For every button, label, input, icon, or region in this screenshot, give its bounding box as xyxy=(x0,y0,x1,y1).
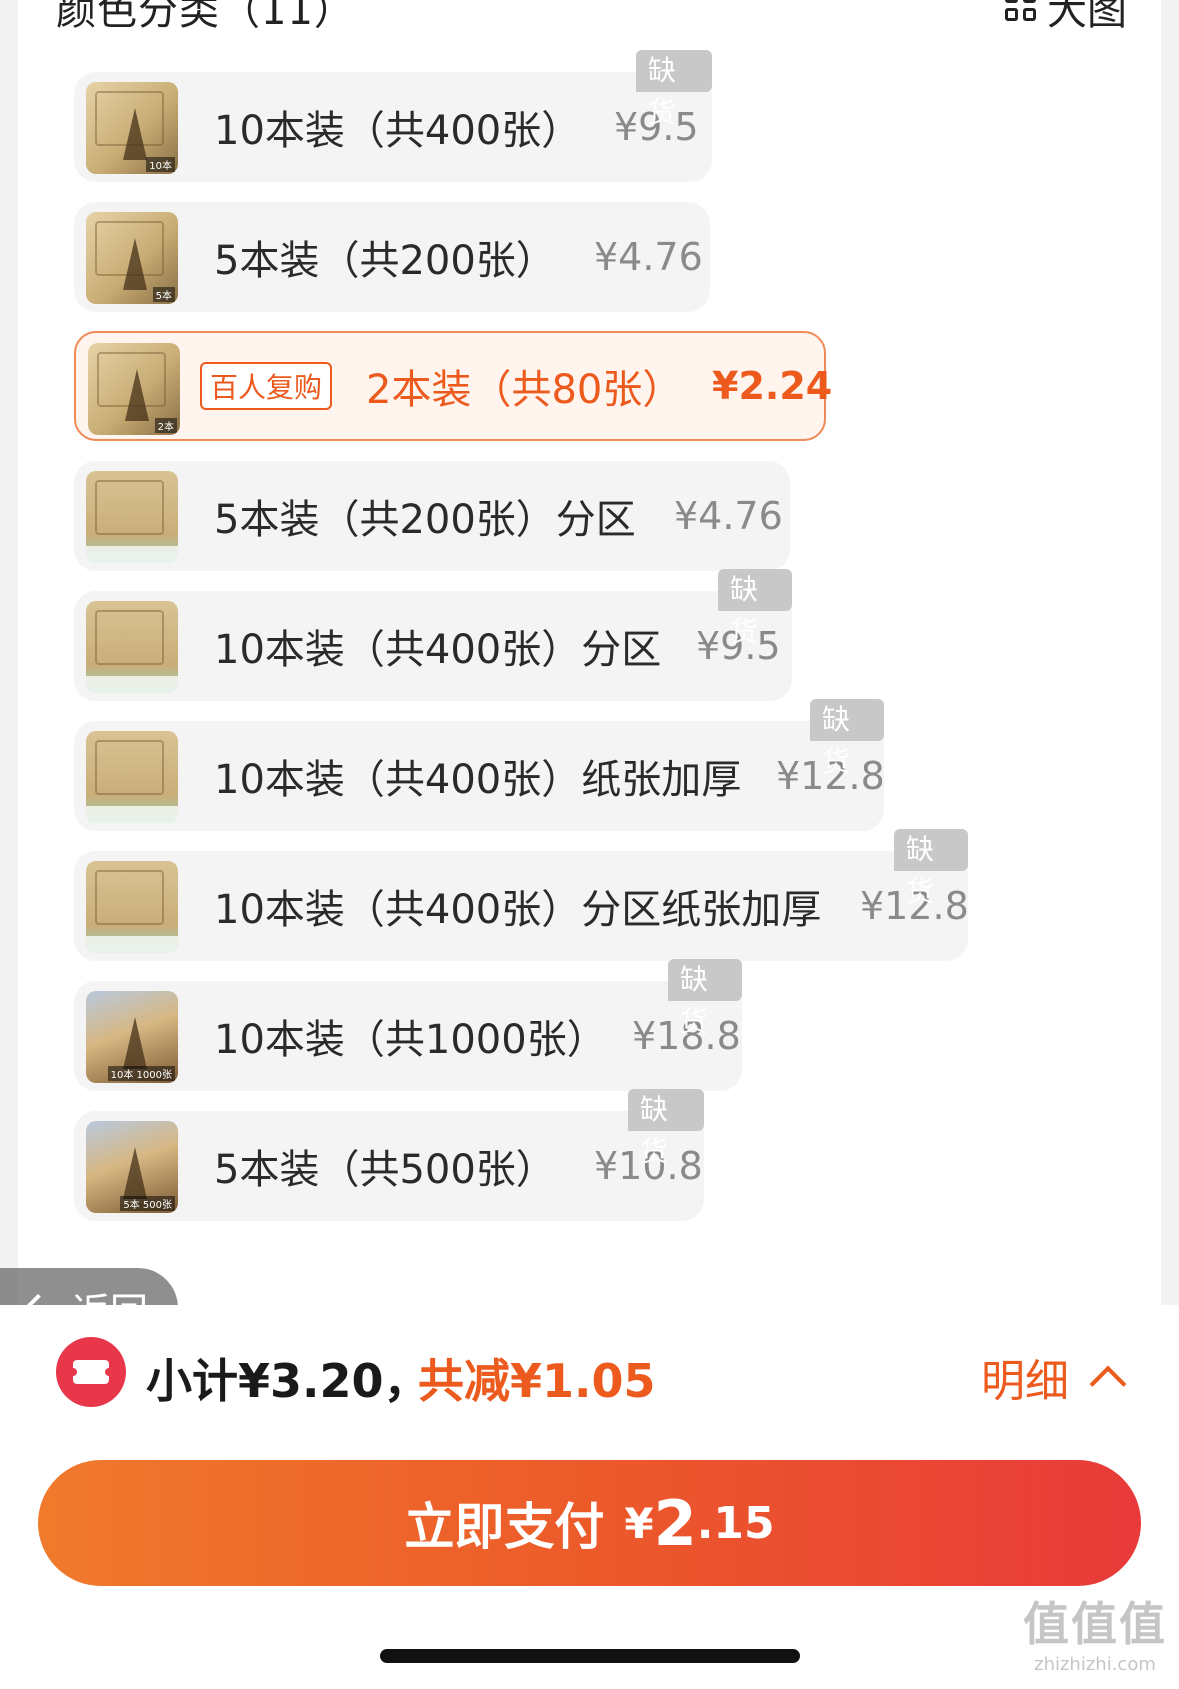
variant-price: ¥4.76 xyxy=(594,235,703,279)
variant-thumbnail: 10本 xyxy=(86,82,178,174)
pay-currency: ¥ xyxy=(624,1498,654,1548)
variant-label: 10本装（共400张）分区纸张加厚 xyxy=(214,887,822,933)
variant-label: 5本装（共200张）分区 xyxy=(214,497,636,543)
out-of-stock-badge: 缺货 xyxy=(628,1089,704,1168)
variant-option[interactable]: 5本 5本装（共200张） ¥4.76 xyxy=(74,202,710,312)
pay-amount-decimal: .15 xyxy=(696,1497,775,1549)
variant-thumbnail xyxy=(86,731,178,823)
pay-label: 立即支付 xyxy=(404,1498,605,1556)
variant-thumbnail: 2本 xyxy=(88,343,180,435)
variant-label: 5本装（共200张） xyxy=(214,238,556,284)
variant-thumbnail: 10本 1000张 xyxy=(86,991,178,1083)
checkout-bar: 小计¥3.20， 共减¥1.05 明细 立即支付 ¥ 2 .15 值值值 zhi… xyxy=(0,1305,1179,1689)
chevron-up-icon xyxy=(1089,1365,1127,1403)
variant-thumbnail xyxy=(86,601,178,693)
variant-option[interactable]: 10本装（共400张）分区 ¥9.5 缺货 xyxy=(74,569,792,701)
variant-label: 10本装（共400张）分区 xyxy=(214,627,662,673)
variant-label: 10本装（共400张） xyxy=(214,108,582,154)
variant-label: 10本装（共1000张） xyxy=(214,1017,607,1063)
subtotal-text: 小计¥3.20， xyxy=(146,1354,430,1408)
home-indicator xyxy=(380,1649,800,1663)
variant-option[interactable]: 10本 10本装（共400张） ¥9.5 缺货 xyxy=(74,50,712,182)
variant-option[interactable]: 10本装（共400张）纸张加厚 ¥12.8 缺货 xyxy=(74,699,885,831)
variant-price: ¥4.76 xyxy=(674,494,783,538)
out-of-stock-badge: 缺货 xyxy=(668,959,742,1038)
variant-label: 2本装（共80张） xyxy=(366,367,683,413)
watermark: 值值值 zhizhizhi.com xyxy=(1023,1597,1167,1675)
pay-now-button[interactable]: 立即支付 ¥ 2 .15 xyxy=(38,1460,1141,1586)
big-image-label: 大图 xyxy=(1047,0,1127,34)
variant-option[interactable]: 10本装（共400张）分区纸张加厚 ¥12.8 缺货 xyxy=(74,829,969,961)
grid-icon xyxy=(1005,0,1039,24)
variant-thumbnail xyxy=(86,861,178,953)
out-of-stock-badge: 缺货 xyxy=(810,699,884,778)
big-image-toggle[interactable]: 大图 xyxy=(1005,0,1127,36)
coupon-icon xyxy=(56,1337,126,1407)
variant-sheet: 颜色分类（11） 大图 10本 10本装（共400张） ¥9.5 缺货 5本 5… xyxy=(18,0,1161,1305)
out-of-stock-badge: 缺货 xyxy=(718,569,792,648)
repurchase-badge: 百人复购 xyxy=(200,362,333,410)
variant-label: 5本装（共500张） xyxy=(214,1147,556,1193)
detail-label: 明细 xyxy=(981,1356,1069,1407)
variant-thumbnail xyxy=(86,471,178,563)
variant-label: 10本装（共400张）纸张加厚 xyxy=(214,757,742,803)
variant-option[interactable]: 5本装（共200张）分区 ¥4.76 xyxy=(74,461,790,571)
detail-toggle[interactable]: 明细 xyxy=(981,1345,1127,1409)
out-of-stock-badge: 缺货 xyxy=(894,829,968,908)
variant-thumbnail: 5本 500张 xyxy=(86,1121,178,1213)
variant-option[interactable]: 5本 500张 5本装（共500张） ¥10.8 缺货 xyxy=(74,1089,704,1221)
discount-text: 共减¥1.05 xyxy=(418,1354,656,1408)
variant-option[interactable]: 10本 1000张 10本装（共1000张） ¥18.8 缺货 xyxy=(74,959,742,1091)
variant-section-title: 颜色分类（11） xyxy=(56,0,355,34)
pay-amount-integer: 2 xyxy=(653,1486,697,1560)
variant-option-selected[interactable]: 2本 百人复购 2本装（共80张） ¥2.24 xyxy=(74,331,832,441)
out-of-stock-badge: 缺货 xyxy=(636,50,712,129)
variant-price: ¥2.24 xyxy=(712,364,833,408)
variant-thumbnail: 5本 xyxy=(86,212,178,304)
